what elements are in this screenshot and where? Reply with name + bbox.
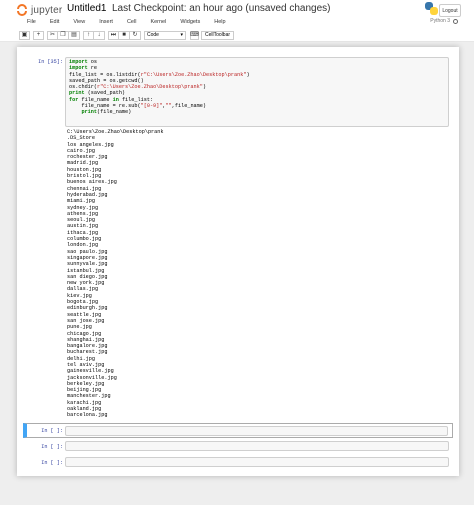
keyboard-icon[interactable]: ⌨ [190, 30, 199, 40]
logo-text: jupyter [31, 4, 63, 16]
notebook-name[interactable]: Untitled1 [67, 3, 106, 14]
chevron-down-icon: ▾ [180, 32, 183, 38]
notebook-container: In [35]: import os import re file_list =… [17, 47, 459, 476]
menubar: File Edit View Insert Cell Kernel Widget… [15, 17, 460, 28]
output-line: barcelona.jpg [67, 412, 108, 419]
restart-icon[interactable]: ↻ [130, 30, 141, 40]
menu-edit[interactable]: Edit [50, 17, 59, 28]
logout-button[interactable]: Logout [439, 4, 461, 17]
input-prompt: In [ ]: [41, 460, 63, 466]
code-cell[interactable]: In [ ]: [23, 441, 453, 454]
plus-icon[interactable]: + [33, 30, 44, 40]
menu-file[interactable]: File [27, 17, 36, 28]
checkpoint-status: Last Checkpoint: an hour ago (unsaved ch… [112, 3, 331, 14]
kernel-status-icon [453, 18, 458, 24]
stop-icon[interactable]: ■ [119, 30, 130, 40]
cell-toolbar-button[interactable]: CellToolbar [201, 30, 235, 40]
move-down-icon[interactable]: ↓ [94, 30, 105, 40]
notebook-header: jupyter Untitled1 Last Checkpoint: an ho… [0, 0, 474, 42]
input-prompt: In [ ]: [41, 428, 63, 434]
code-editor[interactable] [65, 457, 449, 467]
code-cell[interactable]: In [35]: import os import re file_list =… [23, 57, 453, 422]
paste-icon[interactable]: ▤ [69, 30, 80, 40]
code-cell[interactable]: In [ ]: [23, 457, 453, 470]
menu-kernel[interactable]: Kernel [150, 17, 166, 28]
toolbar: ▣ + ✂ ❐ ▤ ↑ ↓ ⏭ ■ ↻ Code ▾ ⌨ CellToolbar [19, 30, 235, 40]
kernel-indicator: Python 3 [430, 18, 458, 24]
code-editor[interactable]: import os import re file_list = os.listd… [65, 57, 449, 127]
cell-type-value: Code [147, 32, 159, 38]
menu-insert[interactable]: Insert [99, 17, 113, 28]
menu-cell[interactable]: Cell [127, 17, 136, 28]
move-up-icon[interactable]: ↑ [83, 30, 94, 40]
python-logo-icon [425, 2, 438, 15]
code-cell-selected[interactable]: In [ ]: [23, 423, 453, 438]
input-prompt: In [35]: [38, 59, 63, 65]
input-prompt: In [ ]: [41, 444, 63, 450]
menu-view[interactable]: View [73, 17, 85, 28]
cell-type-select[interactable]: Code ▾ [144, 30, 186, 40]
cell-output: C:\Users\Zoe.Zhao\Desktop\prank .DS_Store… [67, 129, 164, 419]
kernel-name: Python 3 [430, 18, 450, 24]
jupyter-logo[interactable]: jupyter [16, 3, 62, 17]
menu-help[interactable]: Help [214, 17, 225, 28]
code-editor[interactable] [65, 426, 448, 436]
skip-icon[interactable]: ⏭ [108, 30, 119, 40]
jupyter-logo-icon [16, 4, 28, 16]
copy-icon[interactable]: ❐ [58, 30, 69, 40]
cut-icon[interactable]: ✂ [47, 30, 58, 40]
menu-widgets[interactable]: Widgets [180, 17, 200, 28]
code-editor[interactable] [65, 441, 449, 451]
save-icon[interactable]: ▣ [19, 30, 30, 40]
